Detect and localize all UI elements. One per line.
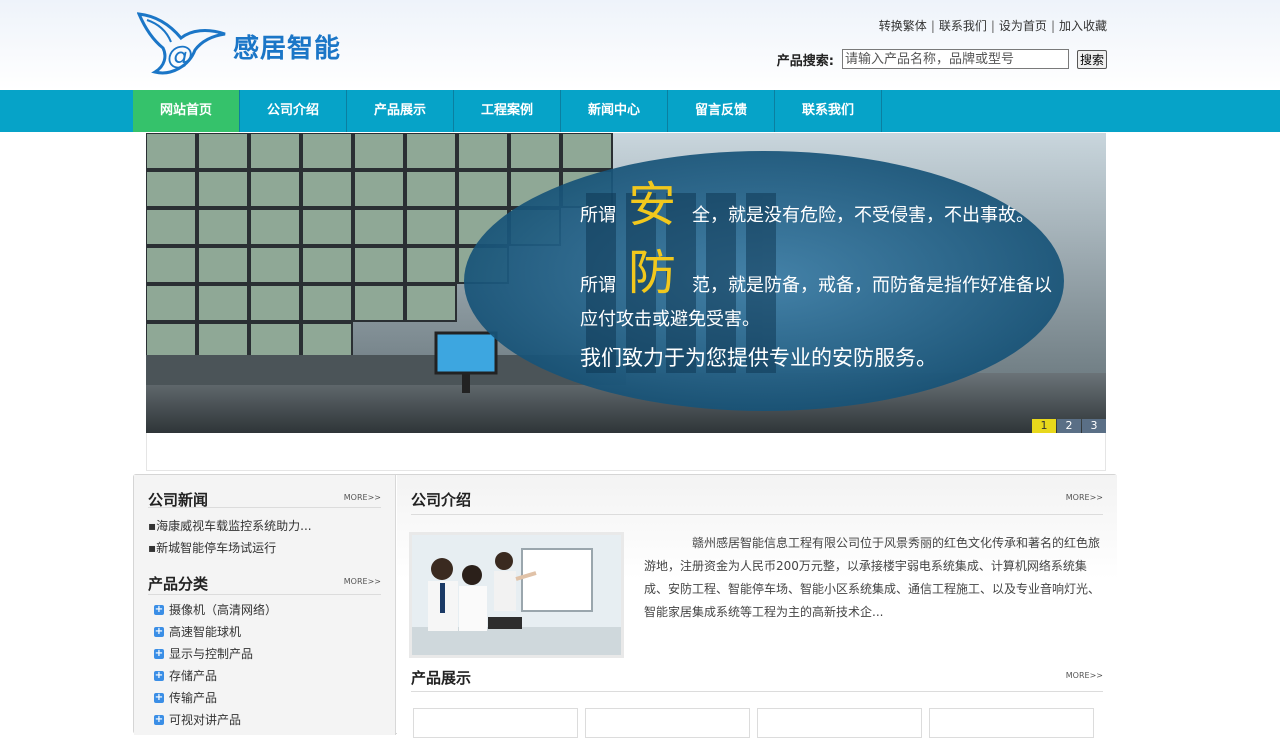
- news-item[interactable]: ▪海康威视车载监控系统助力...: [148, 515, 395, 537]
- nav-home[interactable]: 网站首页: [133, 90, 240, 132]
- search-label: 产品搜索:: [776, 53, 834, 69]
- top-links: 转换繁体 | 联系我们 | 设为首页 | 加入收藏: [878, 19, 1107, 33]
- banner-graphic: 所谓 安 全，就是没有危险，不受侵害，不出事故。 所谓 防 范，就是防备，戒备，…: [146, 133, 1106, 433]
- category-title: 产品分类: [148, 575, 209, 593]
- office-team-image: [412, 535, 621, 655]
- category-label: 传输产品: [169, 691, 218, 705]
- product-card[interactable]: [585, 708, 750, 738]
- news-item[interactable]: ▪新城智能停车场试运行: [148, 537, 395, 559]
- site-header: @ 感居智能 转换繁体|联系我们|设为首页|加入收藏 产品搜索: 搜索: [0, 0, 1280, 90]
- site-logo[interactable]: @ 感居智能: [137, 12, 347, 76]
- category-list: + 摄像机（高清网络） + 高速智能球机 + 显示与控制产品 + 存储产品 + 传输产品 …: [134, 595, 395, 731]
- link-set-homepage[interactable]: 设为首页: [999, 19, 1047, 33]
- intro-text: 赣州感居智能信息工程有限公司位于风景秀丽的红色文化传承和著名的红色旅游地，注册资…: [644, 536, 1101, 619]
- logo-text: 感居智能: [233, 34, 342, 64]
- banner-dot[interactable]: 1: [1032, 419, 1056, 433]
- banner-line4: 我们致力于为您提供专业的安防服务。: [580, 346, 937, 370]
- banner-big-fang: 防: [628, 245, 676, 301]
- banner-bottom-strip: [146, 433, 1106, 471]
- nav-feedback[interactable]: 留言反馈: [668, 90, 775, 132]
- nav-about[interactable]: 公司介绍: [240, 90, 347, 132]
- intro-title: 公司介绍: [411, 491, 472, 509]
- banner-line2-pre: 所谓: [580, 275, 616, 296]
- banner-line3: 应付攻击或避免受害。: [580, 309, 760, 330]
- plus-icon: +: [154, 626, 164, 637]
- products-title: 产品展示: [411, 669, 472, 687]
- link-contact[interactable]: 联系我们: [939, 19, 987, 33]
- news-more-link[interactable]: MORE>>: [344, 493, 381, 502]
- category-item[interactable]: + 存储产品: [154, 665, 395, 687]
- products-section-header: 产品展示 MORE>>: [411, 663, 1103, 692]
- category-label: 存储产品: [169, 669, 218, 683]
- banner-line1-pre: 所谓: [580, 205, 616, 226]
- content-area: 公司新闻 MORE>> ▪海康威视车载监控系统助力... ▪新城智能停车场试运行…: [133, 474, 1117, 738]
- svg-text:@: @: [167, 41, 193, 71]
- nav-news[interactable]: 新闻中心: [561, 90, 668, 132]
- product-card[interactable]: [757, 708, 922, 738]
- bird-logo-icon: @: [137, 12, 226, 75]
- plus-icon: +: [154, 670, 164, 681]
- news-title: 公司新闻: [148, 491, 209, 509]
- product-search: 产品搜索: 搜索: [777, 49, 1107, 69]
- link-traditional[interactable]: 转换繁体: [879, 19, 927, 33]
- left-sidebar: 公司新闻 MORE>> ▪海康威视车载监控系统助力... ▪新城智能停车场试运行…: [134, 475, 396, 735]
- hero-banner[interactable]: 所谓 安 全，就是没有危险，不受侵害，不出事故。 所谓 防 范，就是防备，戒备，…: [146, 133, 1106, 433]
- intro-more-link[interactable]: MORE>>: [1066, 493, 1103, 502]
- news-list: ▪海康威视车载监控系统助力... ▪新城智能停车场试运行: [134, 508, 395, 559]
- category-label: 高速智能球机: [169, 625, 242, 639]
- category-section-header: 产品分类 MORE>>: [148, 559, 381, 595]
- plus-icon: +: [154, 714, 164, 725]
- product-grid: [413, 708, 1101, 738]
- products-more-link[interactable]: MORE>>: [1066, 671, 1103, 680]
- news-section-header: 公司新闻 MORE>>: [148, 475, 381, 509]
- category-item[interactable]: + 显示与控制产品: [154, 643, 395, 665]
- search-button[interactable]: 搜索: [1076, 49, 1107, 69]
- plus-icon: +: [154, 604, 164, 615]
- category-label: 摄像机（高清网络）: [169, 603, 278, 617]
- banner-big-an: 安: [628, 177, 676, 233]
- search-input[interactable]: [841, 49, 1069, 69]
- product-card[interactable]: [413, 708, 578, 738]
- banner-line2-post: 范，就是防备，戒备，而防备是指作好准备以: [692, 275, 1052, 296]
- product-card[interactable]: [929, 708, 1094, 738]
- category-item[interactable]: + 摄像机（高清网络）: [154, 599, 395, 621]
- category-item[interactable]: + 可视对讲产品: [154, 709, 395, 731]
- category-label: 显示与控制产品: [169, 647, 254, 661]
- link-bookmark[interactable]: 加入收藏: [1059, 19, 1107, 33]
- main-nav: 网站首页 公司介绍 产品展示 工程案例 新闻中心 留言反馈 联系我们: [0, 90, 1280, 132]
- plus-icon: +: [154, 648, 164, 659]
- category-more-link[interactable]: MORE>>: [344, 577, 381, 586]
- intro-section-header: 公司介绍 MORE>>: [411, 475, 1103, 515]
- banner-dot[interactable]: 2: [1057, 419, 1081, 433]
- category-item[interactable]: + 传输产品: [154, 687, 395, 709]
- company-photo: [409, 532, 624, 658]
- banner-line1-post: 全，就是没有危险，不受侵害，不出事故。: [692, 205, 1034, 226]
- category-label: 可视对讲产品: [169, 713, 242, 727]
- category-item[interactable]: + 高速智能球机: [154, 621, 395, 643]
- banner-dot[interactable]: 3: [1082, 419, 1106, 433]
- banner-pager: 1 2 3: [1031, 419, 1106, 433]
- nav-contact[interactable]: 联系我们: [775, 90, 882, 132]
- plus-icon: +: [154, 692, 164, 703]
- nav-cases[interactable]: 工程案例: [454, 90, 561, 132]
- nav-products[interactable]: 产品展示: [347, 90, 454, 132]
- right-content: 公司介绍 MORE>> 赣州感居智能信息工程有限公司位于风景秀丽的红色文化传承和…: [397, 475, 1117, 738]
